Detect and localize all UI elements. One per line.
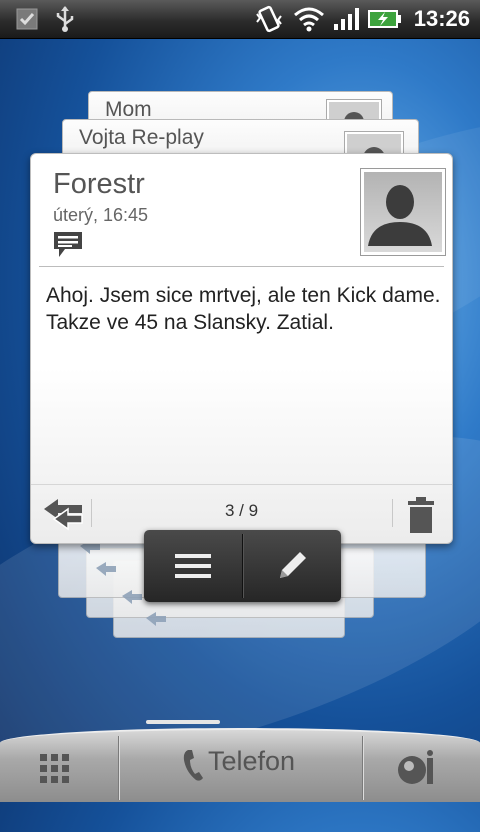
menu-button[interactable]	[144, 530, 242, 602]
dock-divider	[118, 736, 119, 800]
vibrate-icon	[254, 0, 284, 38]
header-divider	[39, 266, 444, 267]
sms-icon	[53, 231, 83, 263]
battery-charging-icon	[368, 0, 402, 38]
card-sender-name: Vojta Re-play	[79, 126, 204, 149]
wifi-icon	[292, 0, 326, 38]
delete-button[interactable]	[401, 495, 441, 535]
compose-button[interactable]	[243, 530, 341, 602]
list-menu-icon	[175, 554, 211, 578]
person-silhouette-icon	[368, 185, 432, 246]
trash-icon	[408, 497, 434, 533]
message-pager: 3 / 9	[224, 501, 259, 520]
message-timestamp: úterý, 16:45	[53, 205, 149, 225]
status-time: 13:26	[413, 6, 470, 31]
message-body: Ahoj. Jsem sice mrtvej, ale ten Kick dam…	[46, 284, 441, 334]
usb-icon	[52, 0, 78, 38]
footer-divider	[392, 499, 393, 527]
contact-photo[interactable]	[360, 168, 446, 256]
status-bar: 13:26	[0, 0, 480, 39]
dock-handle[interactable]	[146, 720, 220, 724]
message-action-bar	[144, 530, 341, 602]
sender-name: Forestr	[53, 168, 145, 200]
dock-divider	[362, 736, 363, 800]
signal-icon	[332, 0, 362, 38]
phone-label: Telefon	[208, 746, 296, 776]
contacts-button[interactable]	[396, 750, 436, 790]
phone-button[interactable]: Telefon	[120, 734, 360, 800]
pencil-icon	[280, 552, 306, 578]
app-drawer-button[interactable]	[40, 754, 70, 788]
phone-icon	[183, 750, 203, 781]
message-card[interactable]: Forestr úterý, 16:45 Ahoj. Jsem sice mrt…	[30, 153, 453, 544]
checkbox-notification-icon	[14, 0, 40, 38]
contacts-info-icon	[398, 750, 433, 784]
app-grid-icon	[40, 754, 69, 783]
bottom-dock: Telefon	[0, 728, 480, 802]
